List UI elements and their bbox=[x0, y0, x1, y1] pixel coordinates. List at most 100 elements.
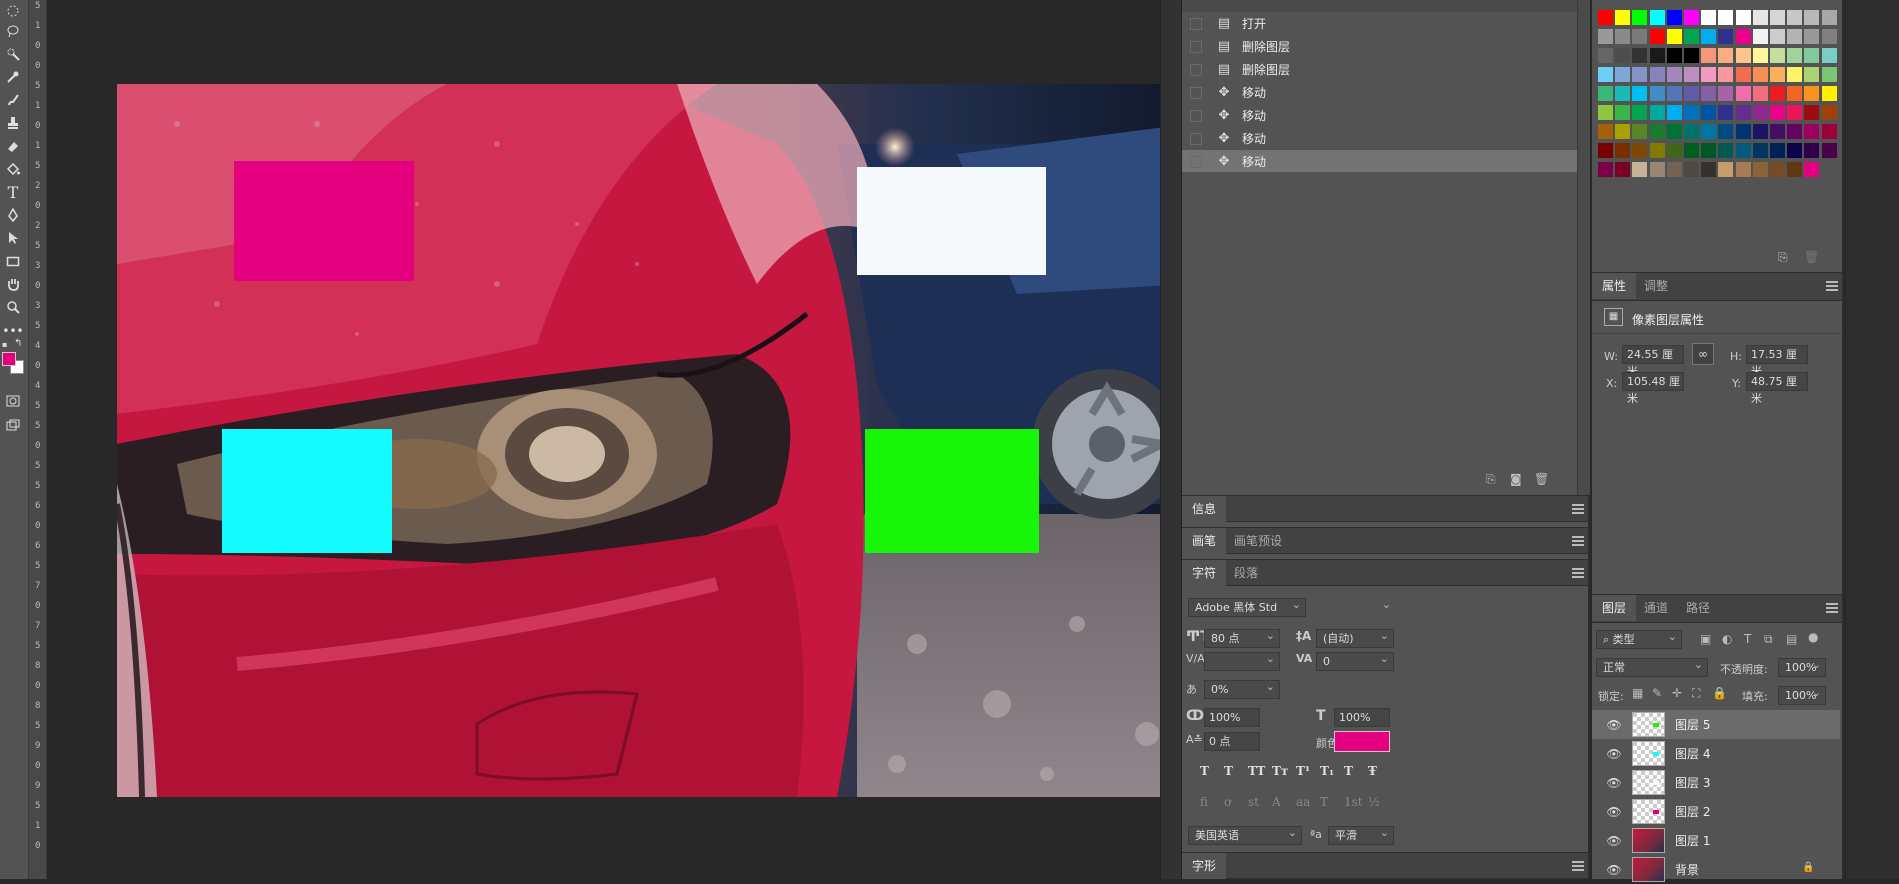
color-swatch[interactable] bbox=[1821, 29, 1837, 44]
tab-paths[interactable]: 路径 bbox=[1676, 595, 1720, 621]
color-swatch[interactable] bbox=[1821, 105, 1837, 120]
text-style-button[interactable]: Ŧ bbox=[1368, 764, 1377, 778]
color-swatch[interactable] bbox=[1684, 10, 1699, 25]
link-dimensions-icon[interactable]: ∞ bbox=[1692, 343, 1714, 365]
color-swatch[interactable] bbox=[1735, 105, 1751, 120]
color-swatch[interactable] bbox=[1649, 124, 1665, 139]
color-swatch[interactable] bbox=[1804, 86, 1820, 101]
color-swatch[interactable] bbox=[1821, 143, 1837, 158]
color-swatch[interactable] bbox=[1666, 48, 1682, 63]
color-swatch[interactable] bbox=[1804, 29, 1820, 44]
opentype-button[interactable]: T bbox=[1320, 795, 1328, 809]
trash-icon[interactable]: 🗑 bbox=[1534, 472, 1549, 486]
layer-row[interactable]: 👁 图层 1 bbox=[1592, 826, 1840, 855]
delete-swatch-icon[interactable]: 🗑 bbox=[1804, 250, 1819, 264]
text-style-button[interactable]: T₁ bbox=[1320, 764, 1334, 778]
filter-type-icon[interactable]: T bbox=[1744, 632, 1751, 646]
text-style-button[interactable]: T¹ bbox=[1296, 764, 1310, 778]
text-style-button[interactable]: TT bbox=[1248, 764, 1265, 778]
quick-select-icon[interactable] bbox=[2, 43, 24, 65]
history-checkbox[interactable] bbox=[1190, 86, 1202, 99]
eye-icon[interactable]: 👁 bbox=[1606, 833, 1622, 849]
color-swatch[interactable] bbox=[1718, 105, 1734, 120]
color-swatch[interactable] bbox=[1735, 86, 1751, 101]
color-swatch[interactable] bbox=[1632, 143, 1648, 158]
green-rectangle[interactable] bbox=[865, 429, 1039, 553]
lock-all-icon[interactable]: 🔒 bbox=[1712, 686, 1727, 700]
x-field[interactable]: 105.48 厘米 bbox=[1622, 372, 1684, 405]
color-swatch[interactable] bbox=[1804, 162, 1820, 177]
color-swatch[interactable] bbox=[1632, 162, 1648, 177]
color-swatch[interactable] bbox=[1598, 162, 1613, 177]
color-swatch[interactable] bbox=[1615, 143, 1631, 158]
color-swatch[interactable] bbox=[1701, 105, 1717, 120]
color-swatch[interactable] bbox=[1598, 105, 1613, 120]
text-style-button[interactable]: T bbox=[1224, 764, 1233, 778]
zoom-icon[interactable] bbox=[2, 296, 24, 318]
history-item[interactable]: ✥ 移动 bbox=[1182, 81, 1577, 104]
filter-smart-object-icon[interactable]: ▤ bbox=[1786, 632, 1797, 646]
color-swatch[interactable] bbox=[1649, 29, 1665, 44]
color-swatch[interactable] bbox=[1684, 86, 1699, 101]
opentype-button[interactable]: ơ bbox=[1224, 795, 1231, 809]
kerning-field[interactable] bbox=[1204, 650, 1280, 671]
color-swatch[interactable] bbox=[1735, 29, 1751, 44]
color-swatch[interactable] bbox=[1770, 143, 1785, 158]
tab-properties[interactable]: 属性 bbox=[1592, 273, 1637, 299]
color-swatch[interactable] bbox=[1666, 67, 1682, 82]
color-swatch[interactable] bbox=[1666, 105, 1682, 120]
color-swatch[interactable] bbox=[1752, 86, 1768, 101]
color-swatch[interactable] bbox=[1718, 10, 1734, 25]
text-style-button[interactable]: Tт bbox=[1272, 764, 1288, 778]
color-swatch[interactable] bbox=[1718, 67, 1734, 82]
color-swatch[interactable] bbox=[1684, 162, 1699, 177]
history-item[interactable]: ✥ 移动 bbox=[1182, 104, 1577, 127]
color-swatch[interactable] bbox=[1701, 124, 1717, 139]
color-swatch[interactable] bbox=[1752, 105, 1768, 120]
color-swatch[interactable] bbox=[1666, 29, 1682, 44]
color-swatch[interactable] bbox=[1649, 10, 1665, 25]
color-swatch[interactable] bbox=[1787, 105, 1803, 120]
color-swatch[interactable] bbox=[1666, 162, 1682, 177]
text-style-button[interactable]: T bbox=[1344, 764, 1353, 778]
color-swatch[interactable] bbox=[1752, 29, 1768, 44]
color-swatch[interactable] bbox=[1752, 10, 1768, 25]
eyedropper-icon[interactable] bbox=[2, 66, 24, 88]
cyan-rectangle[interactable] bbox=[222, 429, 392, 553]
color-swatch[interactable] bbox=[1821, 10, 1837, 25]
filter-adjustment-icon[interactable]: ◐ bbox=[1722, 632, 1732, 646]
color-swatch[interactable] bbox=[1684, 48, 1699, 63]
color-swatch[interactable] bbox=[1701, 143, 1717, 158]
y-field[interactable]: 48.75 厘米 bbox=[1746, 372, 1808, 405]
panel-menu-icon[interactable] bbox=[1572, 504, 1584, 514]
color-swatch[interactable] bbox=[1804, 67, 1820, 82]
eye-icon[interactable]: 👁 bbox=[1606, 775, 1622, 791]
document-canvas-area[interactable]: ⌖ bbox=[47, 0, 1188, 879]
color-swatch[interactable] bbox=[1770, 29, 1785, 44]
panel-menu-icon[interactable] bbox=[1826, 281, 1838, 291]
color-swatch[interactable] bbox=[1752, 67, 1768, 82]
tab-paragraph[interactable]: 段落 bbox=[1224, 560, 1268, 586]
color-swatch[interactable] bbox=[1821, 67, 1837, 82]
panel-menu-icon[interactable] bbox=[1572, 861, 1584, 871]
color-swatch[interactable] bbox=[1598, 29, 1613, 44]
color-swatch[interactable] bbox=[1770, 105, 1785, 120]
lasso-icon[interactable] bbox=[2, 20, 24, 42]
layer-row[interactable]: 👁 图层 2 bbox=[1592, 797, 1840, 826]
snapshot-camera-icon[interactable]: ◙ bbox=[1510, 472, 1522, 486]
color-swatch[interactable] bbox=[1598, 86, 1613, 101]
color-swatch[interactable] bbox=[1632, 105, 1648, 120]
opacity-field[interactable]: 100% bbox=[1778, 656, 1826, 677]
color-swatch[interactable] bbox=[1615, 162, 1631, 177]
history-checkbox[interactable] bbox=[1190, 109, 1202, 122]
eye-icon[interactable]: 👁 bbox=[1606, 862, 1622, 878]
lock-artboard-icon[interactable]: ⛶ bbox=[1692, 686, 1700, 701]
white-rectangle[interactable] bbox=[857, 167, 1046, 275]
color-swatch[interactable] bbox=[1684, 143, 1699, 158]
filter-shape-icon[interactable]: ⧉ bbox=[1764, 632, 1773, 647]
color-swatch[interactable] bbox=[1804, 124, 1820, 139]
color-swatch[interactable] bbox=[1615, 48, 1631, 63]
color-swatch[interactable] bbox=[1770, 48, 1785, 63]
lock-position-icon[interactable]: ✛ bbox=[1672, 686, 1682, 700]
color-swatch[interactable] bbox=[1752, 48, 1768, 63]
